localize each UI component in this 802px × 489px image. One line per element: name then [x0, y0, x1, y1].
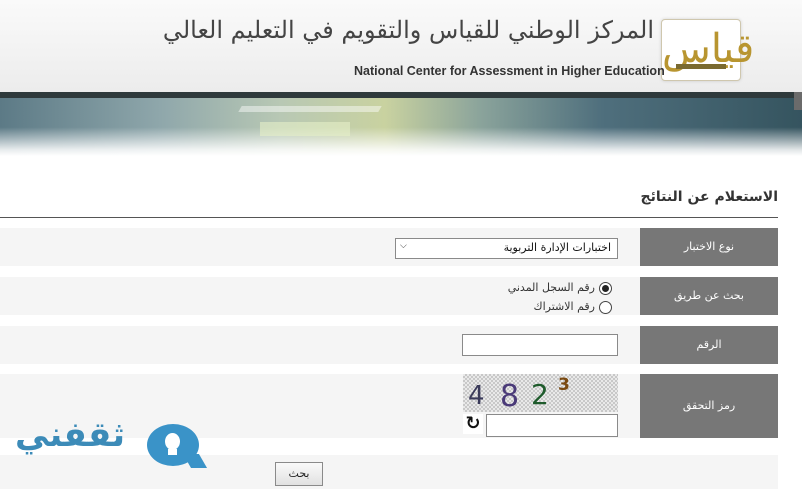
radio-label-civil-record: رقم السجل المدني [507, 281, 595, 294]
page-title: الاستعلام عن النتائج [640, 189, 779, 205]
site-header: قياس المركز الوطني للقياس والتقويم في ال… [0, 0, 802, 92]
refresh-icon[interactable]: ↻ [463, 414, 483, 434]
captcha-digit: 8 [500, 379, 520, 414]
test-type-selected: اختبارات الإدارة التربوية [503, 241, 611, 254]
row-search-by: بحث عن طريق [0, 277, 778, 315]
watermark-text: ثقفني [15, 415, 125, 455]
search-button[interactable]: بحث [275, 462, 323, 486]
captcha-digit: 3 [558, 375, 570, 395]
test-type-label: نوع الاختبار [640, 228, 778, 266]
org-name-arabic: المركز الوطني للقياس والتقويم في التعليم… [162, 16, 654, 44]
scrollbar-thumb[interactable] [794, 92, 802, 110]
header-banner [0, 92, 802, 156]
radio-option-subscription[interactable]: رقم الاشتراك [534, 300, 612, 314]
captcha-digit: 4 [468, 381, 485, 411]
title-divider [0, 217, 778, 218]
radio-label-subscription: رقم الاشتراك [533, 300, 595, 313]
radio-option-civil-record[interactable]: رقم السجل المدني [508, 281, 612, 295]
number-label: الرقم [640, 326, 778, 364]
qiyas-logo: قياس [661, 19, 754, 81]
test-type-select[interactable]: اختبارات الإدارة التربوية ⌵ [395, 238, 618, 259]
number-input[interactable] [462, 334, 618, 356]
chevron-down-icon: ⌵ [400, 241, 407, 251]
row-submit [0, 455, 778, 489]
captcha-digit: 2 [531, 378, 549, 411]
captcha-input[interactable] [486, 414, 618, 437]
radio-button-subscription[interactable] [599, 300, 612, 314]
search-by-label: بحث عن طريق [640, 277, 778, 315]
captcha-label: رمز التحقق [640, 374, 778, 438]
row-test-type: نوع الاختبار [0, 228, 778, 266]
logo-mark: قياس [662, 20, 754, 80]
lightbulb-chat-icon [147, 424, 208, 468]
captcha-image: 4 8 2 3 [463, 374, 618, 414]
org-name-english: National Center for Assessment in Higher… [354, 64, 665, 78]
radio-button-civil-record[interactable] [599, 281, 612, 295]
row-number: الرقم [0, 326, 778, 364]
